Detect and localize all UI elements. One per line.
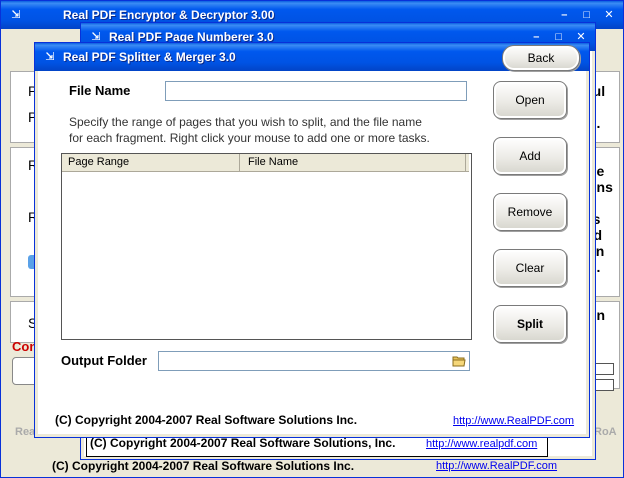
file-name-input[interactable]: [165, 81, 467, 101]
splitter-title: Real PDF Splitter & Merger 3.0: [63, 50, 236, 64]
splitter-copyright: (C) Copyright 2004-2007 Real Software So…: [55, 413, 358, 427]
output-folder-label: Output Folder: [61, 353, 147, 368]
split-button[interactable]: Split: [493, 305, 567, 343]
file-name-label: File Name: [69, 83, 131, 98]
splitter-website-link[interactable]: http://www.RealPDF.com: [453, 415, 574, 427]
instructions-line-2: for each fragment. Right click your mous…: [69, 131, 430, 145]
app-icon: ⇲: [11, 9, 21, 21]
tasks-table-header: Page Range File Name: [62, 154, 469, 172]
app-icon: ⇲: [45, 51, 55, 63]
splitter-content: Back File Name Specify the range of page…: [38, 45, 586, 434]
encryptor-copyright: (C) Copyright 2004-2007 Real Software So…: [52, 459, 355, 473]
fragment-rea: Rea: [15, 426, 36, 438]
minimize-button[interactable]: –: [556, 7, 572, 23]
output-folder-input[interactable]: [158, 351, 470, 371]
numberer-copyright: (C) Copyright 2004-2007 Real Software So…: [90, 436, 396, 450]
maximize-button[interactable]: □: [579, 7, 595, 23]
open-button[interactable]: Open: [493, 81, 567, 119]
close-button[interactable]: ✕: [601, 7, 617, 23]
fragment-roa: RoA: [594, 426, 617, 438]
instructions-line-1: Specify the range of pages that you wish…: [69, 115, 422, 129]
clear-button[interactable]: Clear: [493, 249, 567, 287]
numberer-website-link[interactable]: http://www.realpdf.com: [426, 438, 537, 450]
browse-folder-icon[interactable]: [452, 355, 466, 367]
column-header-file-name[interactable]: File Name: [242, 154, 466, 171]
remove-button[interactable]: Remove: [493, 193, 567, 231]
column-header-page-range[interactable]: Page Range: [62, 154, 240, 171]
encryptor-website-link[interactable]: http://www.RealPDF.com: [436, 460, 557, 472]
encryptor-title: Real PDF Encryptor & Decryptor 3.00: [63, 8, 275, 22]
splitter-window: ⇲ Real PDF Splitter & Merger 3.0 Back Fi…: [34, 42, 590, 438]
back-button[interactable]: Back: [502, 45, 580, 71]
tasks-table[interactable]: Page Range File Name: [61, 153, 472, 340]
add-button[interactable]: Add: [493, 137, 567, 175]
